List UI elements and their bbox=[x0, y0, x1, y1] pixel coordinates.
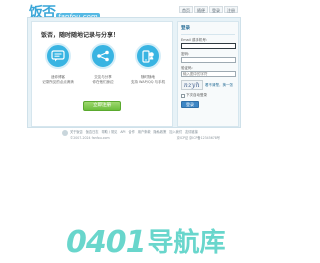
footer: 关于饭否 饭否日志 帮助 / 常见 API 合作 用户条款 隐私政策 加入我们 … bbox=[62, 128, 220, 146]
main-panel: 饭否，随时随地记录与分享！ 迷你博客 记录所见的点点滴滴 交友与分享 你在他们身… bbox=[27, 17, 241, 128]
top-nav: 首页 随便 登录 注册 bbox=[179, 6, 238, 13]
footer-link[interactable]: 关于饭否 bbox=[70, 130, 83, 135]
footer-link[interactable]: 友情链接 bbox=[185, 130, 198, 135]
captcha-refresh-link[interactable]: 看不清楚，换一张 bbox=[205, 83, 233, 88]
icp-license: 京ICP证 京ICP备12345678号 bbox=[176, 136, 220, 140]
password-input[interactable] bbox=[181, 57, 236, 63]
footer-link[interactable]: 用户条款 bbox=[138, 130, 151, 135]
remember-checkbox[interactable] bbox=[181, 93, 185, 98]
remember-label: 下次自动登录 bbox=[186, 93, 207, 97]
username-input[interactable] bbox=[181, 43, 236, 49]
captcha-input[interactable] bbox=[181, 71, 236, 77]
promo-panel: 饭否，随时随地记录与分享！ 迷你博客 记录所见的点点滴滴 交友与分享 你在他们身… bbox=[31, 21, 173, 127]
watermark-digits: 0401 bbox=[66, 225, 146, 260]
feature-item: 迷你博客 记录所见的点点滴滴 bbox=[38, 43, 78, 85]
watermark-text: 导航库 bbox=[147, 228, 226, 258]
nav-browse-link[interactable]: 随便 bbox=[194, 6, 208, 13]
register-button[interactable]: 立即注册 bbox=[83, 101, 121, 111]
login-panel: 登录 Email 或手机号: 密码: 验证码: nzyh 看不清楚，换一张 下次… bbox=[177, 21, 239, 127]
feature-desc: 你在他们身边 bbox=[92, 80, 114, 84]
footer-link[interactable]: 加入我们 bbox=[169, 130, 182, 135]
copyright: ©2007-2024 fanfou.com bbox=[70, 136, 110, 140]
nav-login-link[interactable]: 登录 bbox=[209, 6, 223, 13]
page: 饭否 fanfou.com 首页 随便 登录 注册 饭否，随时随地记录与分享！ bbox=[0, 0, 268, 263]
footer-link[interactable]: API bbox=[120, 130, 125, 135]
footer-link[interactable]: 帮助 / 常见 bbox=[102, 130, 118, 135]
feature-desc: 记录所见的点点滴滴 bbox=[42, 80, 74, 84]
footer-link[interactable]: 合作 bbox=[128, 130, 134, 135]
feature-item: 随时随地 支持 WAP/QQ 与手机 bbox=[128, 43, 168, 85]
feature-item: 交友与分享 你在他们身边 bbox=[83, 43, 123, 85]
nav-home-link[interactable]: 首页 bbox=[179, 6, 193, 13]
slogan: 饭否，随时随地记录与分享！ bbox=[41, 32, 120, 39]
login-button[interactable]: 登录 bbox=[181, 101, 199, 108]
footer-logo-icon bbox=[62, 130, 68, 136]
footer-link[interactable]: 饭否日志 bbox=[86, 130, 99, 135]
feature-list: 迷你博客 记录所见的点点滴滴 交友与分享 你在他们身边 随时随地 支持 WAP/… bbox=[38, 43, 168, 85]
share-icon bbox=[90, 43, 116, 69]
login-title: 登录 bbox=[181, 26, 235, 35]
footer-bottom: ©2007-2024 fanfou.com 京ICP证 京ICP备1234567… bbox=[70, 136, 220, 141]
footer-links: 关于饭否 饭否日志 帮助 / 常见 API 合作 用户条款 隐私政策 加入我们 … bbox=[70, 130, 220, 135]
chat-icon bbox=[45, 43, 71, 69]
remember-row: 下次自动登录 bbox=[181, 93, 235, 98]
watermark: 0401 导航库 bbox=[66, 226, 226, 260]
feature-desc: 支持 WAP/QQ 与手机 bbox=[130, 80, 166, 84]
nav-register-link[interactable]: 注册 bbox=[224, 6, 238, 13]
captcha-row: nzyh 看不清楚，换一张 bbox=[181, 80, 235, 90]
mobile-icon bbox=[135, 43, 161, 69]
captcha-image: nzyh bbox=[181, 80, 203, 90]
footer-link[interactable]: 隐私政策 bbox=[154, 130, 167, 135]
